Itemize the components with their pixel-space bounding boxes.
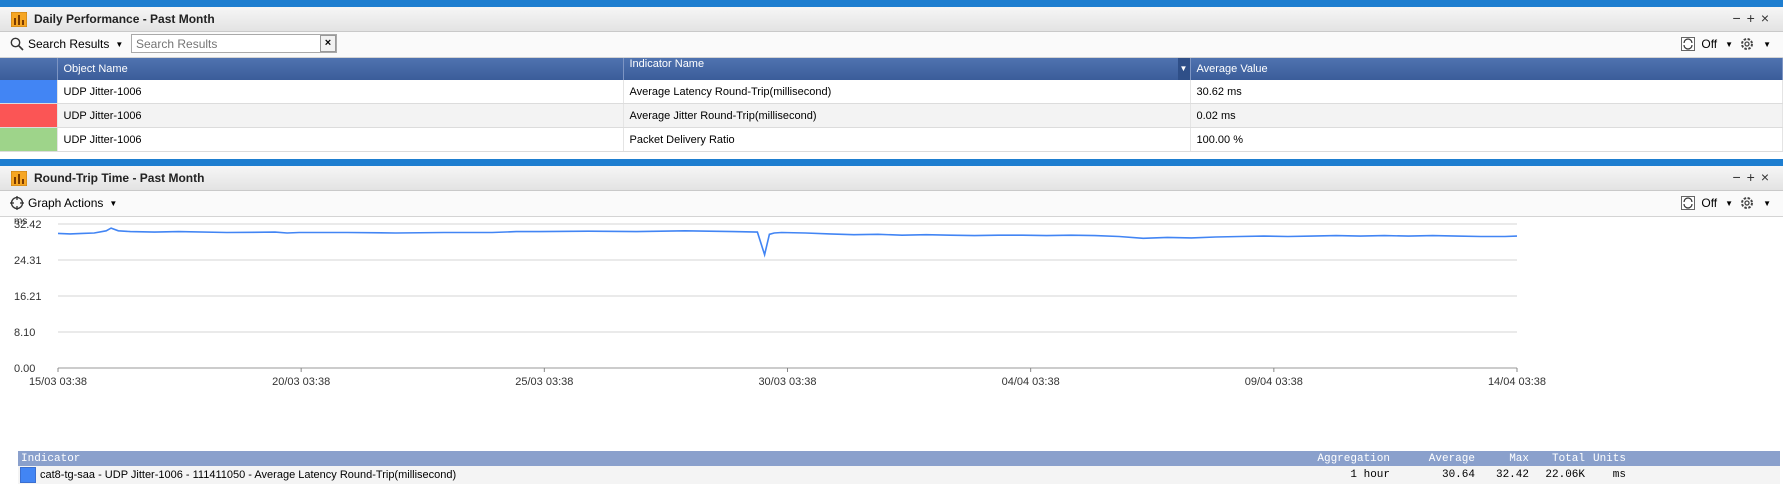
table-row[interactable]: UDP Jitter-1006 Average Latency Round-Tri…: [0, 80, 1783, 104]
object-name-cell: UDP Jitter-1006: [57, 103, 624, 128]
legend-total-header: Total: [1551, 452, 1585, 465]
average-value-cell: 0.02 ms: [1190, 103, 1783, 128]
object-name-header[interactable]: Object Name: [57, 58, 624, 80]
search-input[interactable]: [132, 35, 320, 52]
color-swatch: [0, 80, 57, 103]
legend-indicator-header: Indicator: [21, 452, 81, 465]
color-swatch: [0, 104, 57, 127]
panel-title-bar: Round-Trip Time - Past Month −+×: [0, 166, 1783, 191]
average-value-cell: 100.00 %: [1190, 127, 1783, 152]
indicator-name-cell: Packet Delivery Ratio: [623, 127, 1191, 152]
gear-icon[interactable]: [1739, 195, 1755, 211]
table-header-row: Object Name Indicator Name ▼ Average Valu…: [0, 58, 1783, 80]
minimize-button[interactable]: −: [1732, 169, 1746, 185]
legend-average-header: Average: [1428, 452, 1475, 465]
sort-arrow-icon[interactable]: ▼: [1177, 58, 1190, 80]
chevron-down-icon: ▼: [109, 198, 118, 208]
x-tick-label: 25/03 03:38: [515, 376, 573, 388]
legend-indicator: cat8-tg-saa - UDP Jitter-1006 - 11141105…: [40, 469, 457, 481]
legend-max-header: Max: [1509, 452, 1529, 465]
refresh-icon[interactable]: [1681, 196, 1696, 210]
close-button[interactable]: ×: [1761, 10, 1775, 26]
search-icon: [10, 37, 24, 51]
color-header: [0, 58, 58, 80]
y-tick-label: 24.31: [14, 255, 42, 267]
object-name-cell: UDP Jitter-1006: [57, 127, 624, 152]
gear-icon[interactable]: [1739, 36, 1755, 52]
color-cell: [0, 127, 58, 152]
y-tick-label: 16.21: [14, 291, 42, 303]
y-tick-label: 8.10: [14, 327, 35, 339]
chevron-down-icon[interactable]: ▼: [1725, 199, 1733, 208]
x-tick-label: 14/04 03:38: [1488, 376, 1546, 388]
indicator-name-cell: Average Jitter Round-Trip(millisecond): [623, 103, 1191, 128]
legend-header: Indicator Aggregation Average Max Total …: [18, 451, 1780, 466]
window-controls: −+×: [1732, 10, 1775, 26]
graph-actions-menu[interactable]: Graph Actions ▼: [10, 196, 117, 210]
search-menu-label: Search Results: [28, 37, 110, 51]
x-tick-label: 20/03 03:38: [272, 376, 330, 388]
chevron-down-icon[interactable]: ▼: [1763, 40, 1771, 49]
indicator-name-cell: Average Latency Round-Trip(millisecond): [623, 80, 1191, 104]
x-tick-label: 15/03 03:38: [29, 376, 87, 388]
panel-top-bar: [0, 0, 1783, 7]
legend-row[interactable]: cat8-tg-saa - UDP Jitter-1006 - 11141105…: [18, 466, 1780, 484]
y-tick-label: 0.00: [14, 363, 35, 375]
legend-table: Indicator Aggregation Average Max Total …: [18, 451, 1780, 484]
crosshair-icon: [10, 196, 24, 210]
legend-aggregation-header: Aggregation: [1317, 452, 1390, 465]
average-value-header[interactable]: Average Value: [1190, 58, 1783, 80]
performance-table: Object Name Indicator Name ▼ Average Valu…: [0, 58, 1783, 152]
refresh-icon[interactable]: [1681, 37, 1696, 51]
y-tick-label: 32.42: [14, 219, 42, 231]
panel-toolbar: Search Results ▼ × Off ▼ ▼: [0, 32, 1783, 58]
refresh-label[interactable]: Off: [1701, 196, 1717, 210]
refresh-label[interactable]: Off: [1701, 37, 1717, 51]
series-line: [57, 227, 1518, 258]
legend-aggregation: 1 hour: [1350, 469, 1390, 481]
maximize-button[interactable]: +: [1747, 169, 1761, 185]
daily-performance-panel: Daily Performance - Past Month −+× Searc…: [0, 0, 1783, 158]
panel-toolbar: Graph Actions ▼ Off ▼ ▼: [0, 191, 1783, 217]
round-trip-time-panel: Round-Trip Time - Past Month −+× Graph A…: [0, 159, 1783, 488]
legend-max: 32.42: [1495, 469, 1529, 481]
panel-title: Daily Performance - Past Month: [34, 12, 215, 26]
color-cell: [0, 80, 58, 104]
table-row[interactable]: UDP Jitter-1006 Average Jitter Round-Trip…: [0, 103, 1783, 128]
indicator-name-header[interactable]: Indicator Name ▼: [623, 58, 1191, 80]
search-menu[interactable]: Search Results ▼: [10, 37, 123, 51]
x-tick-label: 09/04 03:38: [1245, 376, 1303, 388]
average-value-cell: 30.62 ms: [1190, 80, 1783, 104]
window-controls: −+×: [1732, 169, 1775, 185]
legend-units-header: Units: [1592, 452, 1626, 465]
legend-color-swatch: [20, 467, 36, 483]
chevron-down-icon: ▼: [115, 39, 124, 49]
bar-chart-icon: [11, 12, 27, 27]
color-cell: [0, 103, 58, 128]
chevron-down-icon[interactable]: ▼: [1725, 40, 1733, 49]
search-field[interactable]: [131, 34, 337, 53]
table-row[interactable]: UDP Jitter-1006 Packet Delivery Ratio 100.…: [0, 127, 1783, 152]
x-tick-label: 30/03 03:38: [758, 376, 816, 388]
toolbar-right: Off ▼ ▼: [1681, 195, 1771, 211]
search-clear-button[interactable]: ×: [320, 35, 336, 52]
legend-total: 22.06K: [1545, 469, 1585, 481]
panel-top-bar: [0, 159, 1783, 166]
toolbar-right: Off ▼ ▼: [1681, 36, 1771, 52]
close-button[interactable]: ×: [1761, 169, 1775, 185]
panel-title: Round-Trip Time - Past Month: [34, 171, 205, 185]
indicator-name-header-label: Indicator Name: [629, 58, 705, 70]
maximize-button[interactable]: +: [1747, 10, 1761, 26]
legend-units: ms: [1612, 469, 1626, 481]
legend-average: 30.64: [1441, 469, 1475, 481]
object-name-cell: UDP Jitter-1006: [57, 80, 624, 104]
round-trip-chart: ms0.008.1016.2124.3132.4215/03 03:38 20/0…: [14, 216, 1546, 388]
x-tick-label: 04/04 03:38: [1002, 376, 1060, 388]
color-swatch: [0, 128, 57, 151]
chevron-down-icon[interactable]: ▼: [1763, 199, 1771, 208]
panel-title-bar: Daily Performance - Past Month −+×: [0, 7, 1783, 32]
graph-actions-label: Graph Actions: [28, 196, 104, 210]
minimize-button[interactable]: −: [1732, 10, 1746, 26]
bar-chart-icon: [11, 171, 27, 186]
